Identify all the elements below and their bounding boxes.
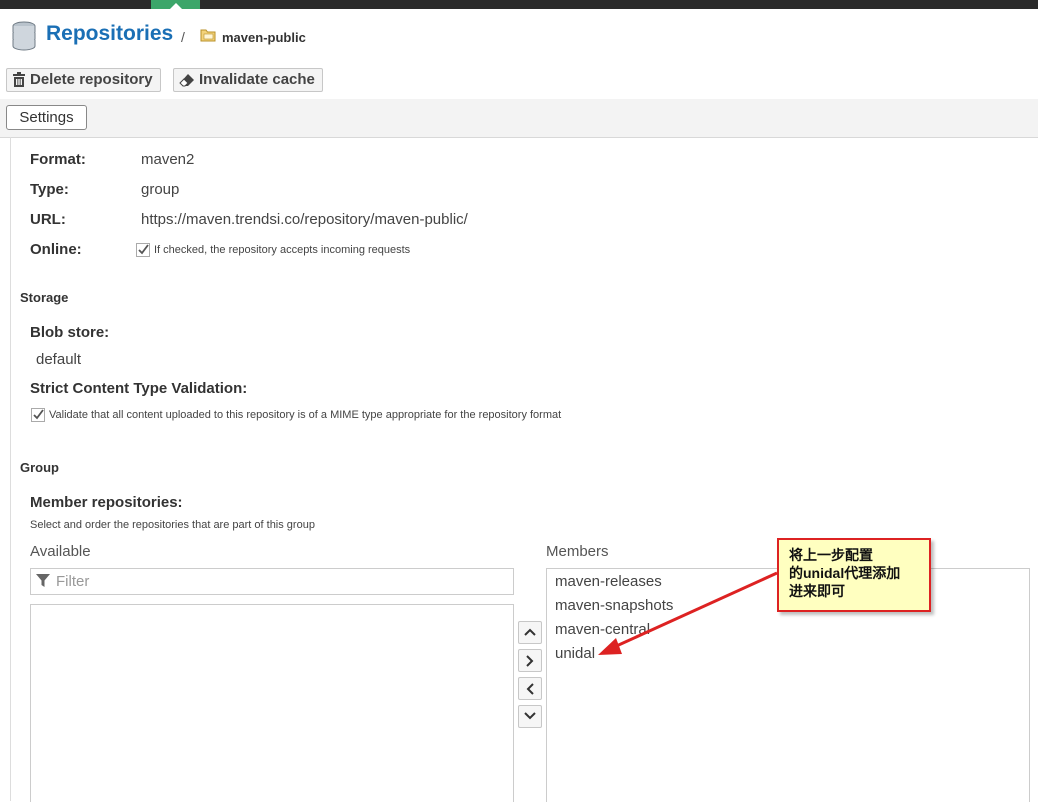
move-down-button[interactable]	[518, 705, 542, 728]
type-value: group	[141, 181, 180, 198]
available-list[interactable]	[30, 604, 514, 802]
type-label: Type:	[30, 181, 69, 198]
eraser-icon	[179, 74, 194, 87]
checkmark-icon	[138, 244, 149, 255]
online-label: Online:	[30, 241, 82, 258]
tab-bar: Settings	[0, 99, 1038, 138]
filter-funnel-icon	[36, 574, 50, 587]
trash-icon	[13, 72, 25, 87]
online-checkbox[interactable]	[136, 243, 150, 257]
strict-validation-help: Validate that all content uploaded to th…	[49, 409, 562, 421]
breadcrumb-repositories[interactable]: Repositories	[46, 22, 173, 46]
url-value: https://maven.trendsi.co/repository/mave…	[141, 211, 468, 228]
member-repositories-help: Select and order the repositories that a…	[30, 519, 315, 531]
members-title: Members	[546, 543, 609, 560]
annotation-line-3: 进来即可	[789, 583, 845, 599]
online-help-text: If checked, the repository accepts incom…	[154, 244, 411, 256]
list-item[interactable]: unidal	[555, 645, 595, 662]
blob-store-label: Blob store:	[30, 324, 110, 341]
breadcrumb-separator: /	[181, 29, 185, 45]
delete-repository-button[interactable]: Delete repository	[6, 68, 161, 92]
database-icon	[12, 21, 36, 51]
filter-input[interactable]: Filter	[30, 568, 514, 595]
available-title: Available	[30, 543, 91, 560]
checkmark-icon	[33, 409, 44, 420]
list-item[interactable]: maven-releases	[555, 573, 662, 590]
breadcrumb-current-repo: maven-public	[222, 30, 306, 45]
member-repositories-label: Member repositories:	[30, 494, 183, 511]
annotation-line-2: 的unidal代理添加	[789, 565, 901, 581]
move-up-button[interactable]	[518, 621, 542, 644]
chevron-left-icon	[526, 683, 534, 695]
invalidate-cache-button[interactable]: Invalidate cache	[173, 68, 323, 92]
top-nav-bar	[0, 0, 1038, 9]
list-item[interactable]: maven-snapshots	[555, 597, 673, 614]
format-label: Format:	[30, 151, 86, 168]
blob-store-value: default	[36, 351, 82, 368]
tab-settings[interactable]: Settings	[6, 105, 87, 130]
delete-repository-label: Delete repository	[30, 71, 153, 88]
filter-placeholder: Filter	[56, 573, 90, 590]
folder-icon	[200, 29, 216, 42]
action-toolbar: Delete repository Invalidate cache	[0, 63, 1038, 100]
strict-validation-label: Strict Content Type Validation:	[30, 380, 248, 397]
storage-section-title: Storage	[20, 290, 69, 305]
annotation-note: 将上一步配置 的unidal代理添加 进来即可	[777, 538, 931, 612]
chevron-right-icon	[526, 655, 534, 667]
annotation-line-1: 将上一步配置	[789, 547, 873, 563]
strict-validation-checkbox[interactable]	[31, 408, 45, 422]
content-left-border	[10, 137, 11, 801]
list-item[interactable]: maven-central	[555, 621, 650, 638]
remove-member-button[interactable]	[518, 677, 542, 700]
invalidate-cache-label: Invalidate cache	[199, 71, 315, 88]
chevron-up-icon	[524, 628, 536, 636]
chevron-down-icon	[524, 712, 536, 720]
url-label: URL:	[30, 211, 66, 228]
add-member-button[interactable]	[518, 649, 542, 672]
page-header: Repositories / maven-public	[0, 9, 1038, 63]
group-section-title: Group	[20, 460, 59, 475]
format-value: maven2	[141, 151, 195, 168]
